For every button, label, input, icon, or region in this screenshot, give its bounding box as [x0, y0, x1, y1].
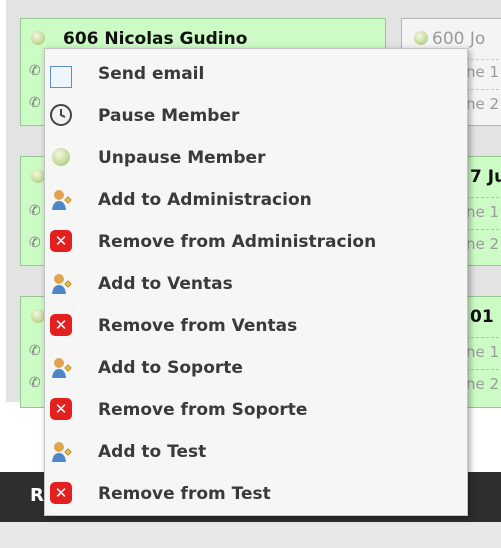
- add-user-icon: [50, 272, 74, 296]
- menu-item-label: Add to Ventas: [98, 274, 233, 294]
- status-dot-icon: [52, 148, 70, 166]
- menu-item-unpause-member[interactable]: Unpause Member: [45, 137, 467, 179]
- menu-item-add-soporte[interactable]: Add to Soporte: [45, 347, 467, 389]
- line-text: ne 2: [466, 95, 500, 113]
- remove-icon: ✕: [50, 230, 72, 252]
- menu-item-add-test[interactable]: Add to Test: [45, 431, 467, 473]
- menu-item-label: Add to Test: [98, 442, 207, 462]
- remove-icon: ✕: [50, 398, 72, 420]
- line-text: ne 1: [466, 203, 500, 221]
- menu-item-label: Unpause Member: [98, 148, 266, 168]
- menu-item-label: Remove from Ventas: [98, 316, 298, 336]
- menu-item-send-email[interactable]: Send email: [45, 53, 467, 95]
- remove-icon: ✕: [50, 314, 72, 336]
- bottom-strip: [0, 522, 501, 548]
- add-user-icon: [50, 356, 74, 380]
- menu-item-add-ventas[interactable]: Add to Ventas: [45, 263, 467, 305]
- add-user-icon: [50, 188, 74, 212]
- status-dot-icon: [414, 31, 428, 45]
- phone-icon: ✆: [29, 235, 41, 251]
- menu-item-add-administracion[interactable]: Add to Administracion: [45, 179, 467, 221]
- agent-name: 7 Ju: [470, 167, 501, 187]
- agent-name: 600 Jo: [432, 29, 486, 49]
- phone-icon: ✆: [29, 203, 41, 219]
- context-menu: Send email Pause Member Unpause Member A…: [44, 48, 468, 516]
- menu-item-label: Remove from Administracion: [98, 232, 377, 252]
- phone-icon: ✆: [29, 63, 41, 79]
- line-text: ne 1: [466, 343, 500, 361]
- agent-name: 606 Nicolas Gudino: [63, 29, 248, 49]
- remove-icon: ✕: [50, 482, 72, 504]
- menu-item-remove-test[interactable]: ✕ Remove from Test: [45, 473, 467, 515]
- line-text: ne 1: [466, 63, 500, 81]
- status-dot-icon: [31, 31, 45, 45]
- agent-name: 01 I: [470, 307, 501, 327]
- menu-item-remove-ventas[interactable]: ✕ Remove from Ventas: [45, 305, 467, 347]
- status-dot-icon: [31, 309, 45, 323]
- menu-item-pause-member[interactable]: Pause Member: [45, 95, 467, 137]
- phone-icon: ✆: [29, 375, 41, 391]
- menu-item-label: Add to Administracion: [98, 190, 312, 210]
- clock-icon: [50, 104, 72, 126]
- menu-item-label: Pause Member: [98, 106, 240, 126]
- add-user-icon: [50, 440, 74, 464]
- menu-item-remove-administracion[interactable]: ✕ Remove from Administracion: [45, 221, 467, 263]
- phone-icon: ✆: [29, 95, 41, 111]
- envelope-icon: [50, 66, 72, 88]
- menu-item-label: Add to Soporte: [98, 358, 243, 378]
- menu-item-label: Remove from Test: [98, 484, 271, 504]
- footer-label: R: [30, 485, 44, 506]
- line-text: ne 2: [466, 375, 500, 393]
- menu-item-remove-soporte[interactable]: ✕ Remove from Soporte: [45, 389, 467, 431]
- line-text: ne 2: [466, 235, 500, 253]
- menu-item-label: Remove from Soporte: [98, 400, 308, 420]
- phone-icon: ✆: [29, 343, 41, 359]
- menu-item-label: Send email: [98, 64, 205, 84]
- status-dot-icon: [31, 169, 45, 183]
